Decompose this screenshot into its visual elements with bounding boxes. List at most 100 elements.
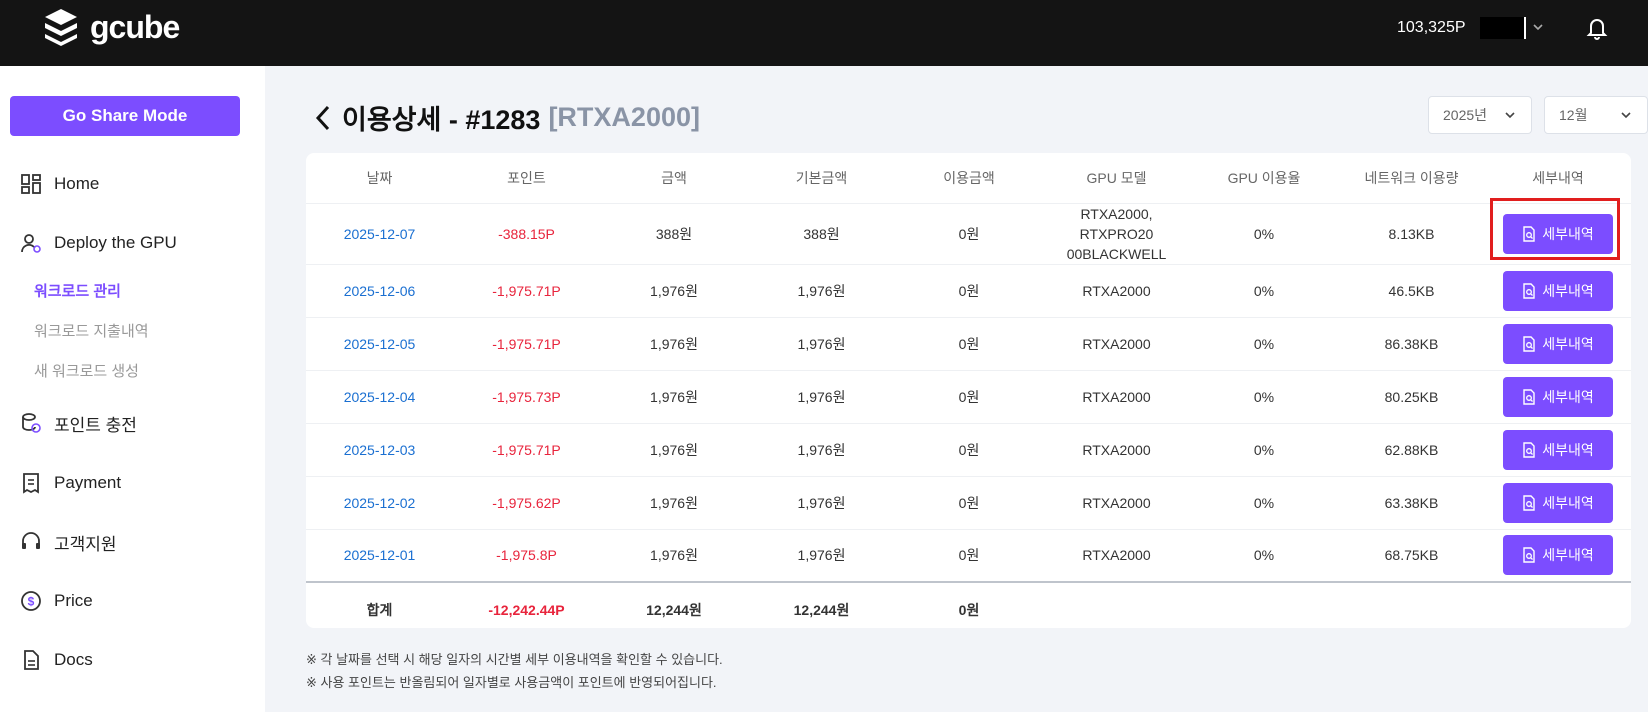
gpu-model-cell: RTXA2000 bbox=[1043, 529, 1190, 583]
gpu-util-cell: 0% bbox=[1190, 529, 1338, 583]
column-header: 이용금액 bbox=[895, 153, 1043, 204]
sidebar-item-payment[interactable]: Payment bbox=[20, 468, 121, 498]
sidebar-subitem-workload-spending[interactable]: 워크로드 지출내역 bbox=[34, 320, 149, 341]
receipt-icon bbox=[23, 473, 39, 494]
sidebar-subitem-workload-manage[interactable]: 워크로드 관리 bbox=[34, 280, 121, 301]
gpu-model-line: RTXA2000 bbox=[1082, 388, 1151, 405]
date-link[interactable]: 2025-12-01 bbox=[306, 529, 453, 583]
usage-amount-cell: 0원 bbox=[895, 423, 1043, 477]
detail-button[interactable]: 세부내역 bbox=[1503, 213, 1613, 254]
column-header: 포인트 bbox=[453, 153, 600, 204]
document-search-icon bbox=[1523, 388, 1535, 405]
sidebar-item-label: 포인트 충전 bbox=[54, 415, 137, 435]
detail-button-label: 세부내역 bbox=[1542, 225, 1594, 242]
base-amount-cell: 1,976원 bbox=[748, 317, 895, 371]
detail-button-label: 세부내역 bbox=[1542, 547, 1594, 564]
detail-button[interactable]: 세부내역 bbox=[1503, 535, 1613, 576]
user-menu[interactable] bbox=[1480, 17, 1526, 39]
date-link[interactable]: 2025-12-04 bbox=[306, 370, 453, 424]
sidebar-item-support[interactable]: 고객지원 bbox=[20, 527, 117, 557]
top-header: gcube 103,325P bbox=[0, 0, 1648, 66]
document-search-icon bbox=[1523, 282, 1535, 299]
points-cell: -1,975.62P bbox=[453, 476, 600, 530]
points-balance: 103,325P bbox=[1397, 19, 1466, 36]
base-amount-cell: 388원 bbox=[748, 203, 895, 265]
network-cell: 62.88KB bbox=[1338, 423, 1485, 477]
sidebar-item-label: 고객지원 bbox=[54, 534, 117, 554]
network-cell: 86.38KB bbox=[1338, 317, 1485, 371]
date-link[interactable]: 2025-12-07 bbox=[306, 203, 453, 265]
points-cell: -1,975.71P bbox=[453, 264, 600, 318]
detail-button[interactable]: 세부내역 bbox=[1503, 270, 1613, 311]
detail-button[interactable]: 세부내역 bbox=[1503, 323, 1613, 364]
document-search-icon bbox=[1523, 494, 1535, 511]
chevron-down-icon bbox=[1621, 112, 1631, 119]
gpu-model-line: RTXA2000 bbox=[1082, 335, 1151, 352]
sidebar-item-deploy-gpu[interactable]: Deploy the GPU bbox=[20, 228, 177, 258]
points-cell: -1,975.73P bbox=[453, 370, 600, 424]
table-row: 2025-12-05 -1,975.71P 1,976원 1,976원 0원 RTXA20… bbox=[306, 317, 1631, 371]
sidebar-item-home[interactable]: Home bbox=[20, 169, 99, 199]
chevron-left-icon[interactable] bbox=[312, 104, 334, 132]
table-total-row: 합계 -12,242.44P 12,244원 12,244원 0원 bbox=[306, 581, 1631, 636]
amount-cell: 1,976원 bbox=[600, 370, 748, 424]
detail-button-label: 세부내역 bbox=[1542, 441, 1594, 458]
detail-cell: 세부내역 bbox=[1485, 529, 1631, 583]
usage-table: 날짜 포인트 금액 기본금액 이용금액 GPU 모델 GPU 이용율 네트워크 … bbox=[306, 153, 1631, 636]
year-select-value: 2025년 bbox=[1443, 107, 1488, 123]
base-amount-cell: 1,976원 bbox=[748, 370, 895, 424]
year-select[interactable]: 2025년 bbox=[1428, 96, 1532, 134]
month-select[interactable]: 12월 bbox=[1544, 96, 1648, 134]
go-share-mode-button[interactable]: Go Share Mode bbox=[10, 96, 240, 136]
sidebar-item-point-charge[interactable]: 포인트 충전 bbox=[20, 408, 137, 438]
detail-button[interactable]: 세부내역 bbox=[1503, 482, 1613, 523]
amount-cell: 1,976원 bbox=[600, 423, 748, 477]
detail-button-label: 세부내역 bbox=[1542, 388, 1594, 405]
gpu-model-cell: RTXA2000 bbox=[1043, 370, 1190, 424]
table-header-row: 날짜 포인트 금액 기본금액 이용금액 GPU 모델 GPU 이용율 네트워크 … bbox=[306, 153, 1631, 204]
bell-icon[interactable] bbox=[1583, 14, 1611, 42]
usage-amount-cell: 0원 bbox=[895, 370, 1043, 424]
sidebar-subitem-new-workload[interactable]: 새 워크로드 생성 bbox=[34, 360, 139, 381]
column-header: GPU 모델 bbox=[1043, 153, 1190, 204]
points-cell: -388.15P bbox=[453, 203, 600, 265]
network-cell: 63.38KB bbox=[1338, 476, 1485, 530]
gpu-model-cell: RTXA2000 bbox=[1043, 264, 1190, 318]
total-usage: 0원 bbox=[895, 581, 1043, 636]
sidebar-item-label: Docs bbox=[54, 650, 93, 669]
detail-button-label: 세부내역 bbox=[1542, 494, 1594, 511]
usage-amount-cell: 0원 bbox=[895, 476, 1043, 530]
date-link[interactable]: 2025-12-06 bbox=[306, 264, 453, 318]
detail-button-label: 세부내역 bbox=[1542, 282, 1594, 299]
page-title-model: [RTXA2000] bbox=[548, 102, 700, 132]
gpu-model-line: RTXA2000, RTXPRO20 bbox=[1079, 205, 1154, 242]
date-link[interactable]: 2025-12-05 bbox=[306, 317, 453, 371]
logo[interactable]: gcube bbox=[42, 4, 192, 50]
date-link[interactable]: 2025-12-02 bbox=[306, 476, 453, 530]
detail-cell: 세부내역 bbox=[1485, 203, 1631, 265]
column-header: 날짜 bbox=[306, 153, 453, 204]
table-row: 2025-12-06 -1,975.71P 1,976원 1,976원 0원 RTXA20… bbox=[306, 264, 1631, 318]
amount-cell: 1,976원 bbox=[600, 529, 748, 583]
table-row: 2025-12-03 -1,975.71P 1,976원 1,976원 0원 RTXA20… bbox=[306, 423, 1631, 477]
usage-table-card: 날짜 포인트 금액 기본금액 이용금액 GPU 모델 GPU 이용율 네트워크 … bbox=[306, 153, 1631, 636]
usage-amount-cell: 0원 bbox=[895, 203, 1043, 265]
table-row: 2025-12-07 -388.15P 388원 388원 0원 RTXA2000, RT… bbox=[306, 203, 1631, 265]
detail-button[interactable]: 세부내역 bbox=[1503, 429, 1613, 470]
sidebar-item-label: Home bbox=[54, 174, 100, 193]
sidebar-item-price[interactable]: $ Price bbox=[20, 586, 93, 616]
points-cell: -1,975.71P bbox=[453, 423, 600, 477]
column-header: 세부내역 bbox=[1485, 153, 1631, 204]
dashboard-icon bbox=[21, 174, 41, 194]
network-cell: 46.5KB bbox=[1338, 264, 1485, 318]
column-header: 금액 bbox=[600, 153, 748, 204]
total-points: -12,242.44P bbox=[453, 581, 600, 636]
sidebar: Go Share Mode Home Deploy the GPU 워크로드 관… bbox=[0, 66, 265, 712]
sidebar-item-docs[interactable]: Docs bbox=[20, 645, 93, 675]
chevron-down-icon[interactable] bbox=[1531, 17, 1545, 37]
detail-cell: 세부내역 bbox=[1485, 476, 1631, 530]
cube-logo-icon bbox=[45, 9, 77, 46]
detail-button[interactable]: 세부내역 bbox=[1503, 376, 1613, 417]
date-link[interactable]: 2025-12-03 bbox=[306, 423, 453, 477]
sidebar-item-label: Deploy the GPU bbox=[54, 233, 177, 252]
